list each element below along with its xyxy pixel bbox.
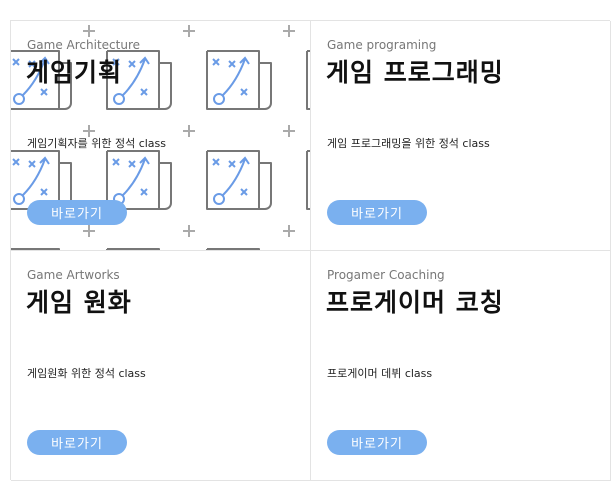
course-card-game-architecture[interactable]: Game Architecture 게임기획 게임기획자를 위한 정석 clas… xyxy=(11,21,311,251)
course-grid: Game Architecture 게임기획 게임기획자를 위한 정석 clas… xyxy=(10,20,611,481)
course-card-game-artworks[interactable]: Game Artworks 게임 원화 게임원화 위한 정석 class 바로가… xyxy=(11,251,311,481)
card-title: 게임 원화 xyxy=(26,288,132,317)
card-content: Game programing 게임 프로그래밍 게임 프로그래밍을 위한 정석… xyxy=(311,21,610,250)
go-button[interactable]: 바로가기 xyxy=(327,430,427,455)
card-subtitle: Game Architecture xyxy=(27,38,141,52)
card-description: 게임 프로그래밍을 위한 정석 class xyxy=(327,137,490,150)
card-content: Game Artworks 게임 원화 게임원화 위한 정석 class 바로가… xyxy=(11,251,310,480)
card-subtitle: Game Artworks xyxy=(27,268,120,282)
course-card-progamer-coaching[interactable]: Progamer Coaching 프로게이머 코칭 프로게이머 데뷔 clas… xyxy=(311,251,611,481)
card-description: 게임기획자를 위한 정석 class xyxy=(27,137,166,150)
course-card-game-programming[interactable]: Game programing 게임 프로그래밍 게임 프로그래밍을 위한 정석… xyxy=(311,21,611,251)
card-title: 프로게이머 코칭 xyxy=(326,288,504,317)
card-title: 게임기획 xyxy=(26,58,123,87)
card-description: 게임원화 위한 정석 class xyxy=(27,367,146,380)
go-button[interactable]: 바로가기 xyxy=(27,430,127,455)
card-content: Game Architecture 게임기획 게임기획자를 위한 정석 clas… xyxy=(11,21,310,250)
go-button[interactable]: 바로가기 xyxy=(27,200,127,225)
card-content: Progamer Coaching 프로게이머 코칭 프로게이머 데뷔 clas… xyxy=(311,251,610,480)
card-subtitle: Progamer Coaching xyxy=(327,268,445,282)
card-subtitle: Game programing xyxy=(327,38,437,52)
card-description: 프로게이머 데뷔 class xyxy=(327,367,433,380)
go-button[interactable]: 바로가기 xyxy=(327,200,427,225)
card-title: 게임 프로그래밍 xyxy=(326,58,504,87)
